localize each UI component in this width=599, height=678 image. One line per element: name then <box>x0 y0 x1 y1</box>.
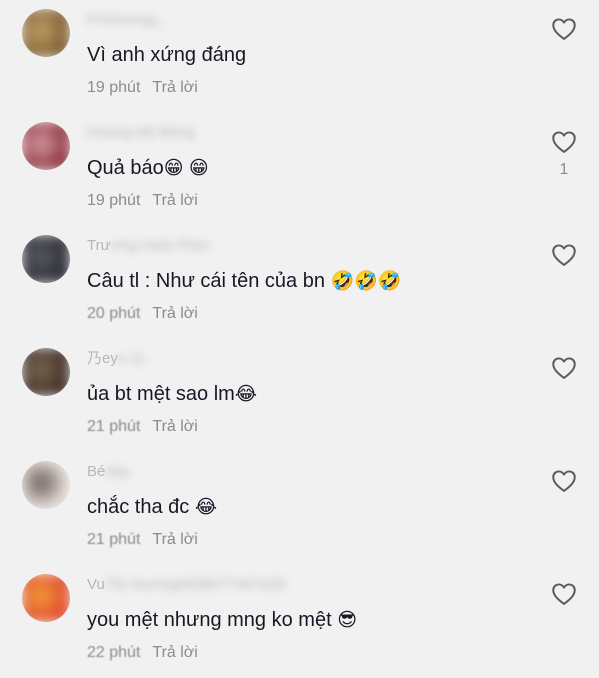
heart-outline-icon[interactable] <box>550 354 578 382</box>
username-visible: Vu <box>87 576 105 593</box>
comment-text: Quả báo😁 😁 <box>87 156 209 181</box>
comment-text: you mệt nhưng mng ko mệt 😎 <box>87 608 357 633</box>
like-count: 1 <box>559 161 569 178</box>
username[interactable]: 乃eyọ ◎ - <box>87 348 153 370</box>
comment-emoji: 😎 <box>337 610 357 631</box>
comment-text: Vì anh xứng đáng <box>87 43 246 68</box>
comment-meta: 19 phút Trả lời <box>87 191 198 211</box>
comment-emoji: 🤣🤣🤣 <box>330 271 402 292</box>
comment-item: Bédạy chắc tha đc 😂 21 phút Trả lời <box>0 452 599 565</box>
comment-body: you mệt nhưng mng ko mệt <box>87 609 338 631</box>
username-visible: Trư <box>87 237 111 254</box>
comment-body: Quả báo <box>87 157 164 179</box>
username[interactable]: Hoàng Mỹ Bông <box>87 122 195 144</box>
comment-body: Câu tl : Như cái tên của bn <box>87 270 331 292</box>
reply-button[interactable]: Trả lời <box>152 79 197 96</box>
reply-button[interactable]: Trả lời <box>152 418 197 435</box>
comment-meta: 21 phút Trả lời <box>87 530 198 550</box>
avatar[interactable] <box>22 9 70 57</box>
heart-outline-icon[interactable] <box>550 241 578 269</box>
avatar[interactable] <box>22 122 70 170</box>
heart-outline-icon[interactable] <box>550 580 578 608</box>
comment-time: 20 phút <box>87 305 141 322</box>
username-blurred: Hoàng Mỹ Bông <box>87 124 195 141</box>
username-visible: Bé <box>87 463 106 480</box>
comment-time: 21 phút <box>87 418 141 435</box>
username-visible: 乃ey <box>87 350 118 367</box>
heart-outline-icon[interactable] <box>550 467 578 495</box>
username[interactable]: Pmimmojy_ <box>87 9 165 31</box>
reply-button[interactable]: Trả lời <box>152 192 197 209</box>
comment-item: Hoàng Mỹ Bông Quả báo😁 😁 19 phút Trả lời … <box>0 113 599 226</box>
comment-emoji: 😂 <box>194 497 218 518</box>
heart-outline-icon[interactable] <box>550 128 578 156</box>
comment-time: 19 phút <box>87 192 141 209</box>
comment-body: Vì anh xứng đáng <box>87 44 247 66</box>
comment-meta: 21 phút Trả lời <box>87 417 198 437</box>
reply-button[interactable]: Trả lời <box>152 644 197 661</box>
comment-item: Pmimmojy_ Vì anh xứng đáng 19 phút Trả lờ… <box>0 0 599 113</box>
comment-body: chắc tha đc <box>87 496 195 518</box>
comment-meta: 22 phút Trả lời <box>87 643 198 663</box>
username[interactable]: Bédạy <box>87 461 130 483</box>
reply-button[interactable]: Trả lời <box>152 531 197 548</box>
username-blurred: Pmimmojy_ <box>87 11 166 28</box>
comment-item: 乃eyọ ◎ - ủa bt mệt sao lm😂 21 phút Trả lờ… <box>0 339 599 452</box>
comment-time: 21 phút <box>87 531 141 548</box>
comment-time: 22 phút <box>87 644 141 661</box>
comment-time: 19 phút <box>87 79 141 96</box>
avatar[interactable] <box>22 348 70 396</box>
username[interactable]: Trương Hoài Phúc <box>87 235 211 257</box>
comment-emoji: 😁 😁 <box>163 158 209 179</box>
comment-emoji: 😂 <box>234 384 258 405</box>
username-blurred: dạy <box>105 463 130 480</box>
username[interactable]: VuThị Hương0838677497e20 <box>87 574 286 596</box>
username-blurred: ơng Hoài Phúc <box>110 237 211 254</box>
avatar[interactable] <box>22 574 70 622</box>
reply-button[interactable]: Trả lời <box>152 305 197 322</box>
comment-item: VuThị Hương0838677497e20 you mệt nhưng m… <box>0 565 599 678</box>
comment-meta: 20 phút Trả lời <box>87 304 198 324</box>
comment-text: Câu tl : Như cái tên của bn 🤣🤣🤣 <box>87 269 402 294</box>
username-blurred: ọ ◎ - <box>117 350 153 367</box>
heart-outline-icon[interactable] <box>550 15 578 43</box>
comment-text: chắc tha đc 😂 <box>87 495 217 520</box>
comment-text: ủa bt mệt sao lm😂 <box>87 382 257 407</box>
avatar[interactable] <box>22 461 70 509</box>
username-blurred: Thị Hương0838677497e20 <box>104 576 286 593</box>
comment-body: ủa bt mệt sao lm <box>87 383 235 405</box>
comment-meta: 19 phút Trả lời <box>87 78 198 98</box>
comment-item: Trương Hoài Phúc Câu tl : Như cái tên củ… <box>0 226 599 339</box>
avatar[interactable] <box>22 235 70 283</box>
